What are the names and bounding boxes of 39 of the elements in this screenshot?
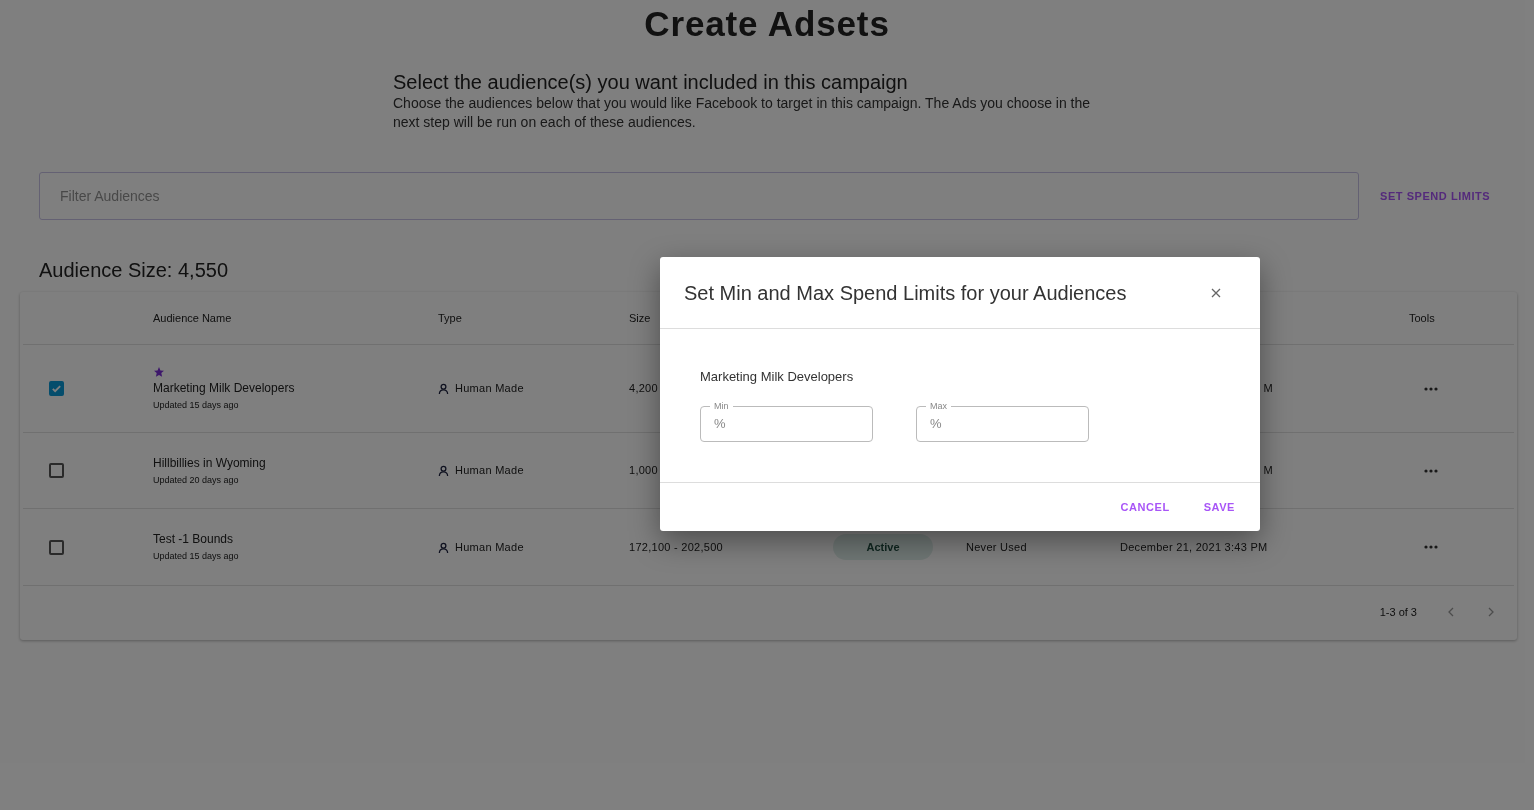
- audience-name: Hillbillies in Wyoming: [153, 454, 266, 471]
- close-icon[interactable]: [1210, 286, 1222, 299]
- page-title: Create Adsets: [644, 4, 890, 44]
- dialog-button[interactable]: CANCEL: [1108, 492, 1182, 522]
- updated-time: Updated 15 days ago: [153, 398, 239, 412]
- audience-size: Audience Size: 4,550: [39, 258, 230, 282]
- status-badge: Active: [833, 534, 933, 560]
- page-description: Choose the audiences below that you would like Facebook to target in this campaign. The Ads you choose in the next step will be run on each of these audiences.: [393, 94, 1092, 132]
- date-created: December 21, 2021 3:43 PM: [1120, 539, 1268, 555]
- audience-label: Marketing Milk Developers: [700, 368, 855, 386]
- audience-name: Marketing Milk Developers: [153, 379, 295, 396]
- checkbox[interactable]: [49, 539, 64, 555]
- dialog-button[interactable]: SAVE: [1191, 492, 1247, 522]
- audience-size-range: 172,100 - 202,500: [629, 539, 723, 555]
- updated-time: Updated 20 days ago: [153, 473, 239, 487]
- person-icon: [438, 465, 449, 476]
- column-header: Size: [629, 310, 651, 326]
- audience-name: Test -1 Bounds: [153, 531, 234, 547]
- page-subtitle: Select the audience(s) you want included in this campaign: [393, 70, 909, 94]
- set-spend-limits-button[interactable]: SET SPEND LIMITS: [1369, 181, 1502, 211]
- audience-size-range: 1,000: [629, 463, 658, 479]
- person-icon: [438, 383, 449, 394]
- column-header: Audience Name: [153, 310, 232, 326]
- audience-type: Human Made: [455, 463, 524, 479]
- date-created: M: [1263, 381, 1273, 397]
- usage-status: Never Used: [966, 539, 1027, 555]
- checkbox[interactable]: [49, 463, 64, 478]
- audience-type: Human Made: [455, 381, 524, 397]
- dialog-title: Set Min and Max Spend Limits for your Audiences: [684, 280, 1127, 306]
- date-created: M: [1263, 463, 1273, 479]
- audience-size-range: 4,200: [629, 381, 658, 397]
- person-icon: [438, 541, 449, 553]
- updated-time: Updated 15 days ago: [153, 550, 239, 563]
- audience-type: Human Made: [455, 539, 524, 555]
- pagination-range: 1-3 of 3: [1379, 604, 1417, 620]
- column-header: Tools: [1409, 310, 1435, 326]
- check-icon: [51, 383, 62, 394]
- checkbox[interactable]: [49, 381, 64, 396]
- column-header: Type: [438, 310, 462, 326]
